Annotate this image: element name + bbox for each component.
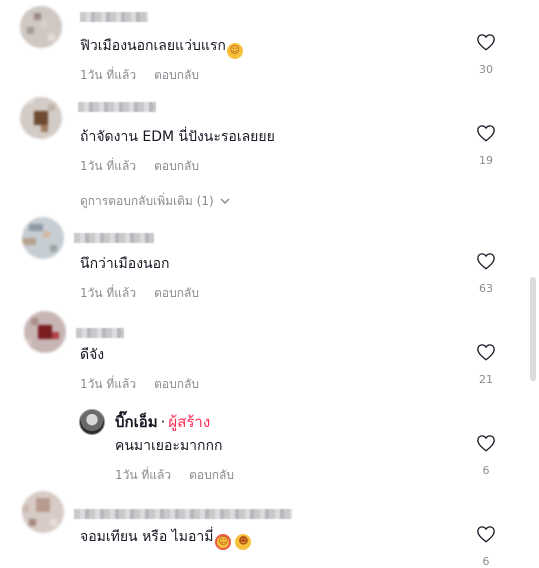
username-blurred[interactable]	[74, 233, 154, 243]
smiling-face-with-hearts-icon: ☺	[215, 534, 232, 550]
comment-item: ถ้าจัดงาน EDM นี่ปังนะรอเลยยย 1วัน ที่แล…	[0, 90, 520, 190]
comment-time: 1วัน ที่แล้ว	[80, 68, 137, 82]
username-blurred[interactable]	[76, 328, 124, 338]
heart-outline-icon	[477, 526, 495, 543]
comment-item: นึกว่าเมืองนอก 1วัน ที่แล้ว ตอบกลับ	[0, 215, 520, 305]
like-button[interactable]: 19	[474, 124, 498, 167]
heart-outline-icon	[477, 125, 495, 142]
comment-meta: 1วัน ที่แล้ว ตอบกลับ	[80, 375, 199, 394]
creator-badge: ผู้สร้าง	[168, 413, 211, 431]
comment-time: 1วัน ที่แล้ว	[115, 468, 172, 482]
like-count: 19	[479, 154, 493, 167]
comment-text: นึกว่าเมืองนอก	[80, 256, 170, 272]
comment-item: ฟิวเมืองนอกเลยแว่บแรก ☺ 1วัน ที่แล้ว ตอบกล…	[0, 0, 520, 90]
grinning-face-icon: ☻	[235, 534, 252, 550]
comment-text: จอมเทียน หรือ ไมอามี่ ☺ ☻	[80, 528, 252, 550]
view-more-replies-label: ดูการตอบกลับเพิ่มเติม (1)	[80, 194, 214, 208]
avatar[interactable]	[22, 217, 64, 259]
comment-item: จอมเทียน หรือ ไมอามี่ ☺ ☻	[0, 488, 520, 557]
smiling-face-with-hearts-icon: ☺	[226, 43, 243, 59]
comment-time: 1วัน ที่แล้ว	[80, 159, 137, 173]
separator: ·	[160, 413, 166, 431]
avatar[interactable]	[24, 311, 66, 353]
like-button[interactable]: 21	[474, 343, 498, 386]
comment-text: ฟิวเมืองนอกเลยแว่บแรก ☺	[80, 37, 243, 59]
like-button[interactable]: 6	[474, 434, 498, 477]
comment-text: ดีจัง	[80, 347, 105, 363]
like-button[interactable]: 63	[474, 252, 498, 295]
creator-avatar[interactable]	[79, 409, 105, 435]
avatar[interactable]	[20, 6, 62, 48]
reply-button[interactable]: ตอบกลับ	[154, 159, 199, 173]
like-count: 30	[479, 63, 493, 76]
heart-outline-icon	[477, 344, 495, 361]
reply-button[interactable]: ตอบกลับ	[154, 286, 199, 300]
username-blurred[interactable]	[78, 102, 156, 112]
comment-text: คนมาเยอะมากกก	[115, 438, 223, 454]
chevron-down-icon	[220, 194, 230, 208]
like-button[interactable]: 30	[474, 33, 498, 76]
reply-button[interactable]: ตอบกลับ	[154, 68, 199, 82]
username-blurred[interactable]	[80, 12, 148, 22]
avatar[interactable]	[20, 97, 62, 139]
heart-outline-icon	[477, 34, 495, 51]
comment-item: ดีจัง 1วัน ที่แล้ว ตอบกลับ	[0, 306, 520, 396]
heart-outline-icon	[477, 435, 495, 452]
reply-button[interactable]: ตอบกลับ	[154, 377, 199, 391]
comment-meta: 1วัน ที่แล้ว ตอบกลับ	[115, 466, 234, 485]
comment-meta: 1วัน ที่แล้ว ตอบกลับ	[80, 284, 199, 303]
username-blurred[interactable]	[74, 509, 292, 519]
avatar[interactable]	[22, 491, 64, 533]
creator-header[interactable]: บิ๊กเอ็ม · ผู้สร้าง	[115, 410, 210, 434]
comment-meta: 1วัน ที่แล้ว ตอบกลับ	[80, 157, 199, 176]
comment-time: 1วัน ที่แล้ว	[80, 377, 137, 391]
comment-text: ถ้าจัดงาน EDM นี่ปังนะรอเลยยย	[80, 129, 275, 145]
reply-button[interactable]: ตอบกลับ	[189, 468, 234, 482]
like-count: 6	[482, 464, 490, 477]
like-button[interactable]: 6	[474, 525, 498, 568]
view-more-replies-button[interactable]: ดูการตอบกลับเพิ่มเติม (1)	[80, 192, 230, 211]
like-count: 21	[479, 373, 493, 386]
creator-name: บิ๊กเอ็ม	[115, 413, 158, 431]
heart-outline-icon	[477, 253, 495, 270]
comment-time: 1วัน ที่แล้ว	[80, 286, 137, 300]
scrollbar-thumb[interactable]	[530, 277, 536, 381]
comment-meta: 1วัน ที่แล้ว ตอบกลับ	[80, 66, 199, 85]
like-count: 63	[479, 282, 493, 295]
